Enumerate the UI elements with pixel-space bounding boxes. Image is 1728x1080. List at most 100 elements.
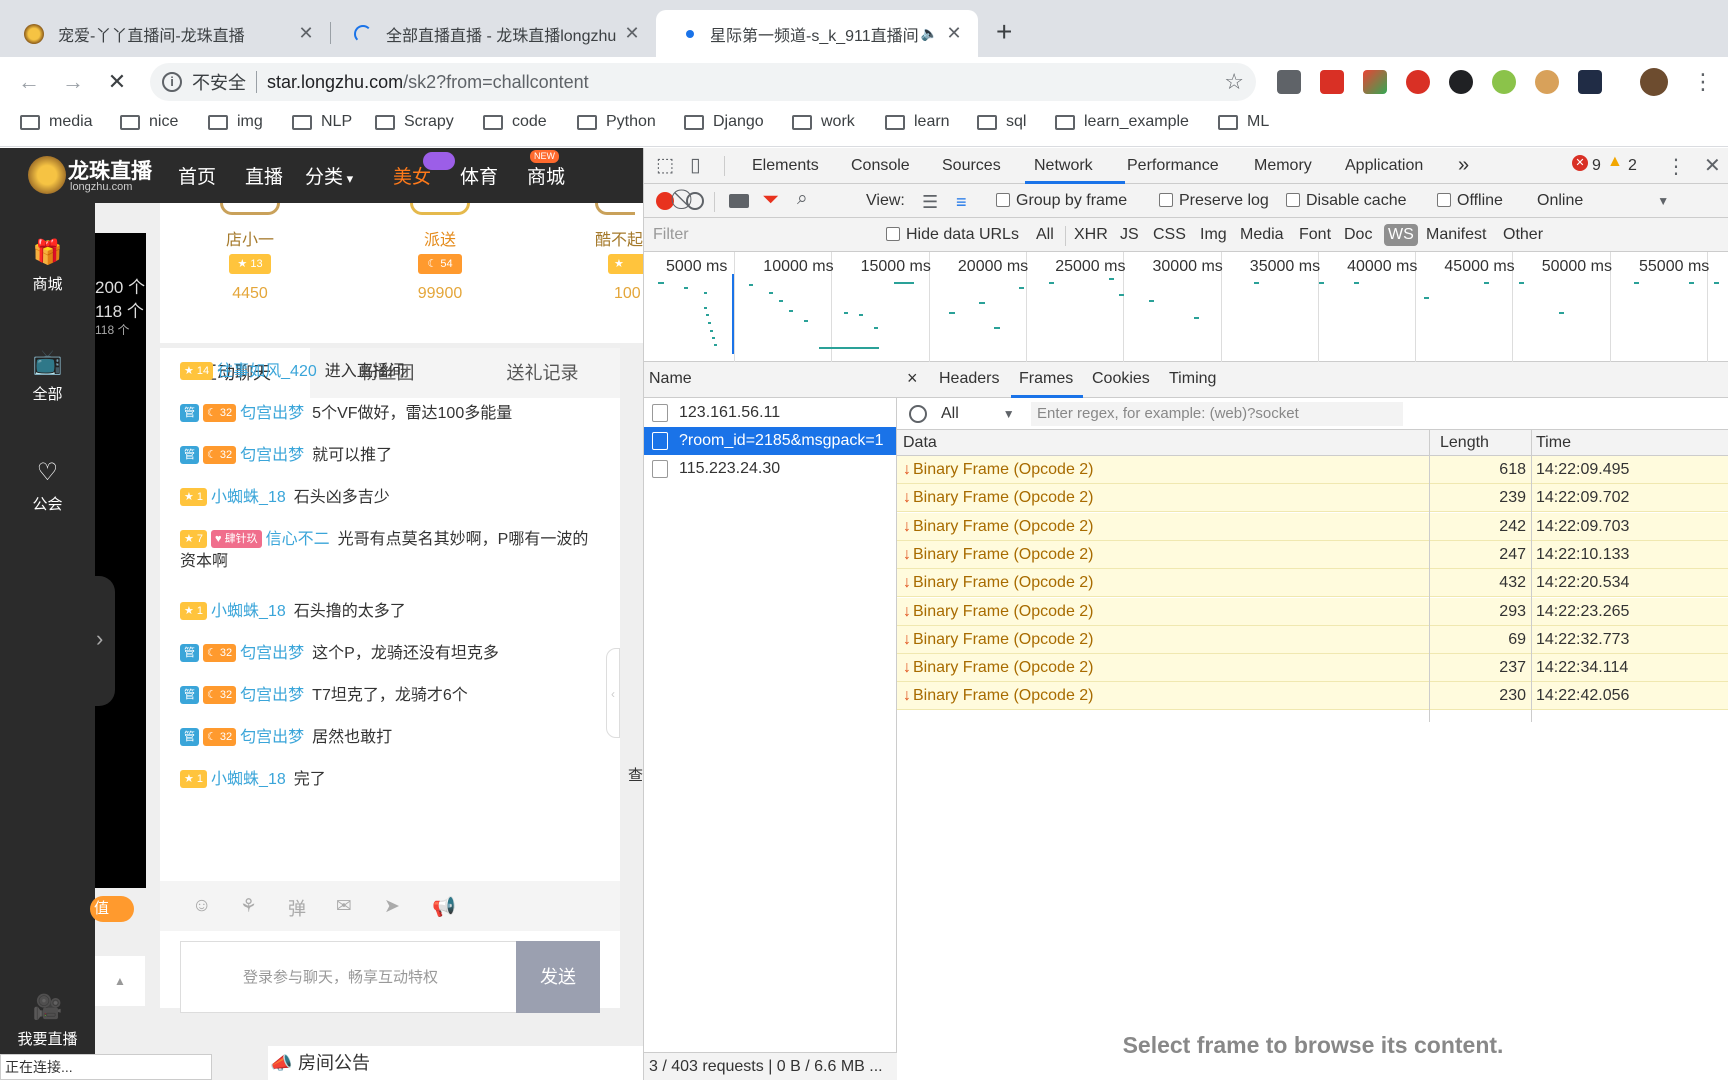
translate-extension-icon[interactable] (1363, 70, 1387, 94)
tab-headers[interactable]: Headers (939, 370, 999, 388)
tab-elements[interactable]: Elements (752, 157, 819, 175)
chat-username[interactable]: 匂宫出梦 (240, 729, 304, 746)
chat-username[interactable]: 信心不二 (266, 531, 330, 548)
bookmark-folder[interactable]: NLP (292, 113, 352, 131)
flower-icon[interactable]: ⚘ (240, 895, 257, 918)
emoji-icon[interactable]: ☺ (192, 895, 211, 917)
frame-row[interactable]: ↓ Binary Frame (Opcode 2) 247 14:22:10.133 (897, 540, 1728, 569)
host-avatar[interactable] (220, 203, 280, 215)
chat-username[interactable]: 匂宫出梦 (240, 447, 304, 464)
frame-row[interactable]: ↓ Binary Frame (Opcode 2) 242 14:22:09.703 (897, 512, 1728, 541)
chat-username[interactable]: 往事如风_420 (217, 363, 317, 380)
nav-mall[interactable]: 商城 (527, 162, 565, 189)
host-avatar[interactable] (595, 203, 635, 215)
x-extension-icon[interactable] (1578, 70, 1602, 94)
nav-sports[interactable]: 体育 (460, 162, 498, 189)
nav-live[interactable]: 直播 (245, 162, 283, 189)
stop-loading-icon[interactable]: ✕ (102, 67, 132, 97)
bookmark-folder[interactable]: nice (120, 113, 178, 131)
tab-frames[interactable]: Frames (1019, 370, 1073, 388)
frame-row[interactable]: ↓ Binary Frame (Opcode 2) 69 14:22:32.773 (897, 625, 1728, 654)
rail-go-live[interactable]: 🎥 我要直播 (0, 993, 95, 1049)
frame-row[interactable]: ↓ Binary Frame (Opcode 2) 237 14:22:34.114 (897, 654, 1728, 683)
room-announcement[interactable]: 📣 房间公告 (268, 1046, 643, 1080)
request-row[interactable]: ?room_id=2185&msgpack=1 (644, 427, 896, 455)
red-extension-icon[interactable] (1320, 70, 1344, 94)
longzhu-logo-icon[interactable] (28, 156, 66, 194)
error-icon[interactable]: ✕ (1572, 155, 1588, 171)
bookmark-folder[interactable]: learn (885, 113, 950, 131)
column-time[interactable]: Time (1536, 434, 1571, 452)
orange-pill[interactable]: 值 (90, 896, 134, 922)
close-detail-icon[interactable]: × (907, 368, 918, 389)
search-icon[interactable]: ⌕ (797, 188, 808, 210)
close-tab-icon[interactable]: ✕ (944, 23, 964, 44)
profile-avatar-icon[interactable] (1640, 68, 1668, 96)
more-tabs-icon[interactable]: » (1458, 154, 1469, 177)
browser-tab-1[interactable]: 宠爱-丫丫直播间-龙珠直播 ✕ (0, 10, 330, 57)
waterfall-icon[interactable]: ≡ (956, 192, 967, 213)
clear-circle-icon[interactable] (686, 192, 704, 210)
frame-row[interactable]: ↓ Binary Frame (Opcode 2) 618 14:22:09.495 (897, 456, 1728, 484)
group-by-frame-checkbox[interactable]: Group by frame (996, 192, 1127, 210)
type-filter-media[interactable]: Media (1240, 226, 1284, 244)
chat-username[interactable]: 小蜘蛛_18 (211, 771, 286, 788)
bookmark-folder[interactable]: Scrapy (375, 113, 454, 131)
bookmark-folder[interactable]: Python (577, 113, 656, 131)
throttling-select[interactable]: Online ▼ (1537, 192, 1669, 210)
cookie-extension-icon[interactable] (1535, 70, 1559, 94)
browser-menu-icon[interactable]: ⋮ (1692, 69, 1714, 95)
request-row[interactable]: 115.223.24.30 (644, 455, 896, 483)
request-row[interactable]: 123.161.56.11 (644, 399, 896, 427)
offline-checkbox[interactable]: Offline (1437, 192, 1503, 210)
send-button[interactable]: 发送 (516, 941, 600, 1013)
bookmark-folder[interactable]: learn_example (1055, 113, 1189, 131)
type-filter-img[interactable]: Img (1200, 226, 1227, 244)
frame-row[interactable]: ↓ Binary Frame (Opcode 2) 230 14:22:42.056 (897, 682, 1728, 711)
frame-row[interactable]: ↓ Binary Frame (Opcode 2) 239 14:22:09.702 (897, 484, 1728, 513)
preserve-log-checkbox[interactable]: Preserve log (1159, 192, 1269, 210)
tab-performance[interactable]: Performance (1127, 157, 1219, 175)
megaphone-icon[interactable]: 📢 (432, 895, 456, 919)
mail-extension-icon[interactable] (1277, 70, 1301, 94)
frame-regex-input[interactable]: Enter regex, for example: (web)?socket (1031, 402, 1403, 426)
host-name[interactable]: 酷不起 (595, 226, 643, 250)
rail-all[interactable]: 📺 全部 (0, 348, 95, 404)
close-tab-icon[interactable]: ✕ (622, 23, 642, 44)
frame-row[interactable]: ↓ Binary Frame (Opcode 2) 432 14:22:20.534 (897, 569, 1728, 598)
bookmark-star-icon[interactable]: ☆ (1224, 69, 1244, 95)
bookmark-folder[interactable]: img (208, 113, 263, 131)
chat-username[interactable]: 匂宫出梦 (240, 405, 304, 422)
type-filter-manifest[interactable]: Manifest (1426, 226, 1486, 244)
info-icon[interactable]: i (162, 72, 182, 92)
tab-memory[interactable]: Memory (1254, 157, 1312, 175)
address-bar[interactable]: i 不安全 star.longzhu.com /sk2?from=challco… (150, 63, 1256, 101)
chat-username[interactable]: 小蜘蛛_18 (211, 603, 286, 620)
browser-tab-3[interactable]: 星际第一频道-s_k_911直播间 🔈 ✕ (656, 10, 978, 57)
name-column-header[interactable]: Name (644, 362, 897, 398)
forward-arrow-icon[interactable]: → (58, 67, 88, 97)
type-filter-font[interactable]: Font (1299, 226, 1331, 244)
bookmark-folder[interactable]: code (483, 113, 547, 131)
browser-tab-2[interactable]: 全部直播直播 - 龙珠直播longzhu ✕ (330, 10, 656, 57)
filter-input[interactable]: Filter (653, 226, 689, 244)
video-player[interactable]: 200 个 118 个 118 个 (95, 233, 146, 888)
bookmark-folder[interactable]: sql (977, 113, 1026, 131)
back-arrow-icon[interactable]: ← (14, 67, 44, 97)
tab-sources[interactable]: Sources (942, 157, 1001, 175)
send-plane-icon[interactable]: ➤ (384, 895, 400, 918)
screenshot-camera-icon[interactable] (729, 194, 749, 208)
type-filter-css[interactable]: CSS (1153, 226, 1186, 244)
host-name[interactable]: 派送 (405, 226, 475, 250)
filter-funnel-icon[interactable]: ⏷ (762, 188, 779, 212)
device-toolbar-icon[interactable]: ▯ (690, 154, 700, 177)
bookmark-folder[interactable]: work (792, 113, 855, 131)
large-rows-icon[interactable]: ☰ (922, 192, 938, 213)
chat-username[interactable]: 匂宫出梦 (240, 645, 304, 662)
nav-category[interactable]: 分类 ▾ (305, 162, 353, 189)
chevron-right-icon[interactable]: › (96, 626, 103, 652)
close-devtools-icon[interactable]: ✕ (1704, 153, 1721, 178)
camera-extension-icon[interactable] (1449, 70, 1473, 94)
chat-username[interactable]: 匂宫出梦 (240, 687, 304, 704)
host-avatar[interactable] (410, 203, 470, 215)
